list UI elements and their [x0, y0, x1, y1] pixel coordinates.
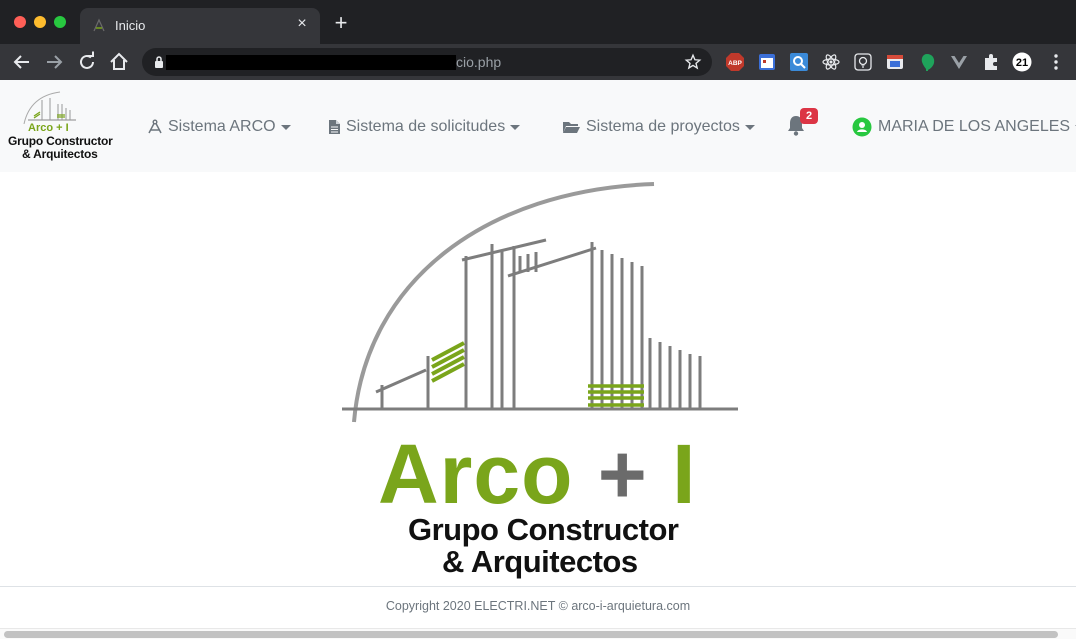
hero-title-i: I: [672, 427, 697, 521]
browser-tab-active[interactable]: Inicio ×: [80, 8, 320, 44]
user-status-icon: [852, 117, 872, 137]
home-icon[interactable]: [107, 50, 131, 74]
svg-text:ABP: ABP: [728, 60, 742, 67]
nav-sistema-arco-dropdown[interactable]: Sistema ARCO: [147, 116, 291, 138]
search-extension-icon[interactable]: [789, 52, 809, 72]
page-footer: Copyright 2020 ELECTRI.NET © arco-i-arqu…: [0, 586, 1076, 628]
window-maximize-button[interactable]: [54, 16, 66, 28]
lightbulb-extension-icon[interactable]: [853, 52, 873, 72]
svg-text:21: 21: [1016, 57, 1028, 69]
screenshot-extension-icon[interactable]: [885, 52, 905, 72]
evernote-extension-icon[interactable]: [917, 52, 937, 72]
browser-menu-kebab-icon[interactable]: [1046, 52, 1066, 72]
main-content: Arco + I Grupo Constructor & Arquitectos: [0, 172, 1076, 586]
document-icon: [329, 120, 340, 134]
reload-icon[interactable]: [75, 50, 99, 74]
user-name-label: MARIA DE LOS ANGELES: [878, 118, 1071, 135]
user-menu-dropdown[interactable]: MARIA DE LOS ANGELES: [852, 116, 1076, 138]
redacted-url-block: [166, 55, 456, 70]
nav-sistema-proyectos-label: Sistema de proyectos: [586, 118, 740, 135]
react-devtools-icon[interactable]: [821, 52, 841, 72]
address-bar[interactable]: cio.php: [142, 48, 712, 76]
folder-open-icon: [563, 122, 580, 133]
brand-line1-text: Grupo Constructor: [8, 134, 113, 148]
url-text: cio.php: [456, 54, 502, 70]
hero-building-logo-art: [342, 182, 738, 423]
site-favicon-icon: [93, 18, 105, 32]
window-minimize-button[interactable]: [34, 16, 46, 28]
profile-avatar-icon[interactable]: 21: [1012, 52, 1032, 72]
tab-close-icon[interactable]: ×: [294, 16, 310, 32]
app-navbar: Arco + I Grupo Constructor & Arquitectos…: [0, 80, 1076, 172]
forward-arrow-icon[interactable]: [42, 50, 66, 74]
brand-arco-text: Arco + I: [28, 122, 69, 134]
hero-subtitle-line2: & Arquitectos: [442, 544, 638, 579]
chevron-down-icon: [510, 124, 521, 130]
nav-sistema-solicitudes-label: Sistema de solicitudes: [346, 118, 506, 135]
browser-tab-bar: Inicio × +: [0, 0, 1076, 44]
adblock-extension-icon[interactable]: ABP: [725, 52, 745, 72]
new-tab-button[interactable]: +: [330, 12, 352, 34]
tab-title: Inicio: [115, 18, 146, 33]
notification-count-badge: 2: [800, 108, 818, 124]
hero-title-arco: Arco: [378, 427, 574, 521]
hero-title: Arco + I: [378, 432, 696, 516]
nav-sistema-proyectos-dropdown[interactable]: Sistema de proyectos: [562, 116, 755, 138]
horizontal-scrollbar-thumb[interactable]: [4, 631, 1058, 638]
bookmark-star-icon[interactable]: [684, 53, 702, 71]
lock-icon: [155, 56, 163, 68]
nav-sistema-arco-label: Sistema ARCO: [168, 118, 276, 135]
compass-drafting-icon: [148, 119, 162, 134]
browser-toolbar: cio.php ABP 21: [0, 44, 1076, 80]
brand-logo-link[interactable]: Arco + I Grupo Constructor & Arquitectos: [6, 90, 124, 162]
chevron-down-icon: [744, 124, 755, 130]
brand-building-sketch: [23, 91, 76, 124]
hero-subtitle-line1: Grupo Constructor: [408, 512, 679, 547]
copyright-text: Copyright 2020 ELECTRI.NET © arco-i-arqu…: [385, 599, 691, 613]
back-arrow-icon[interactable]: [10, 50, 34, 74]
horizontal-scrollbar[interactable]: [0, 628, 1076, 639]
chevron-down-icon: [280, 124, 291, 130]
hero-title-plus: +: [597, 427, 648, 521]
vue-devtools-icon[interactable]: [949, 52, 969, 72]
nav-sistema-solicitudes-dropdown[interactable]: Sistema de solicitudes: [328, 116, 521, 138]
brand-line2-text: & Arquitectos: [22, 147, 98, 161]
calendar-extension-icon[interactable]: [757, 52, 777, 72]
window-close-button[interactable]: [14, 16, 26, 28]
extensions-puzzle-icon[interactable]: [981, 52, 1001, 72]
